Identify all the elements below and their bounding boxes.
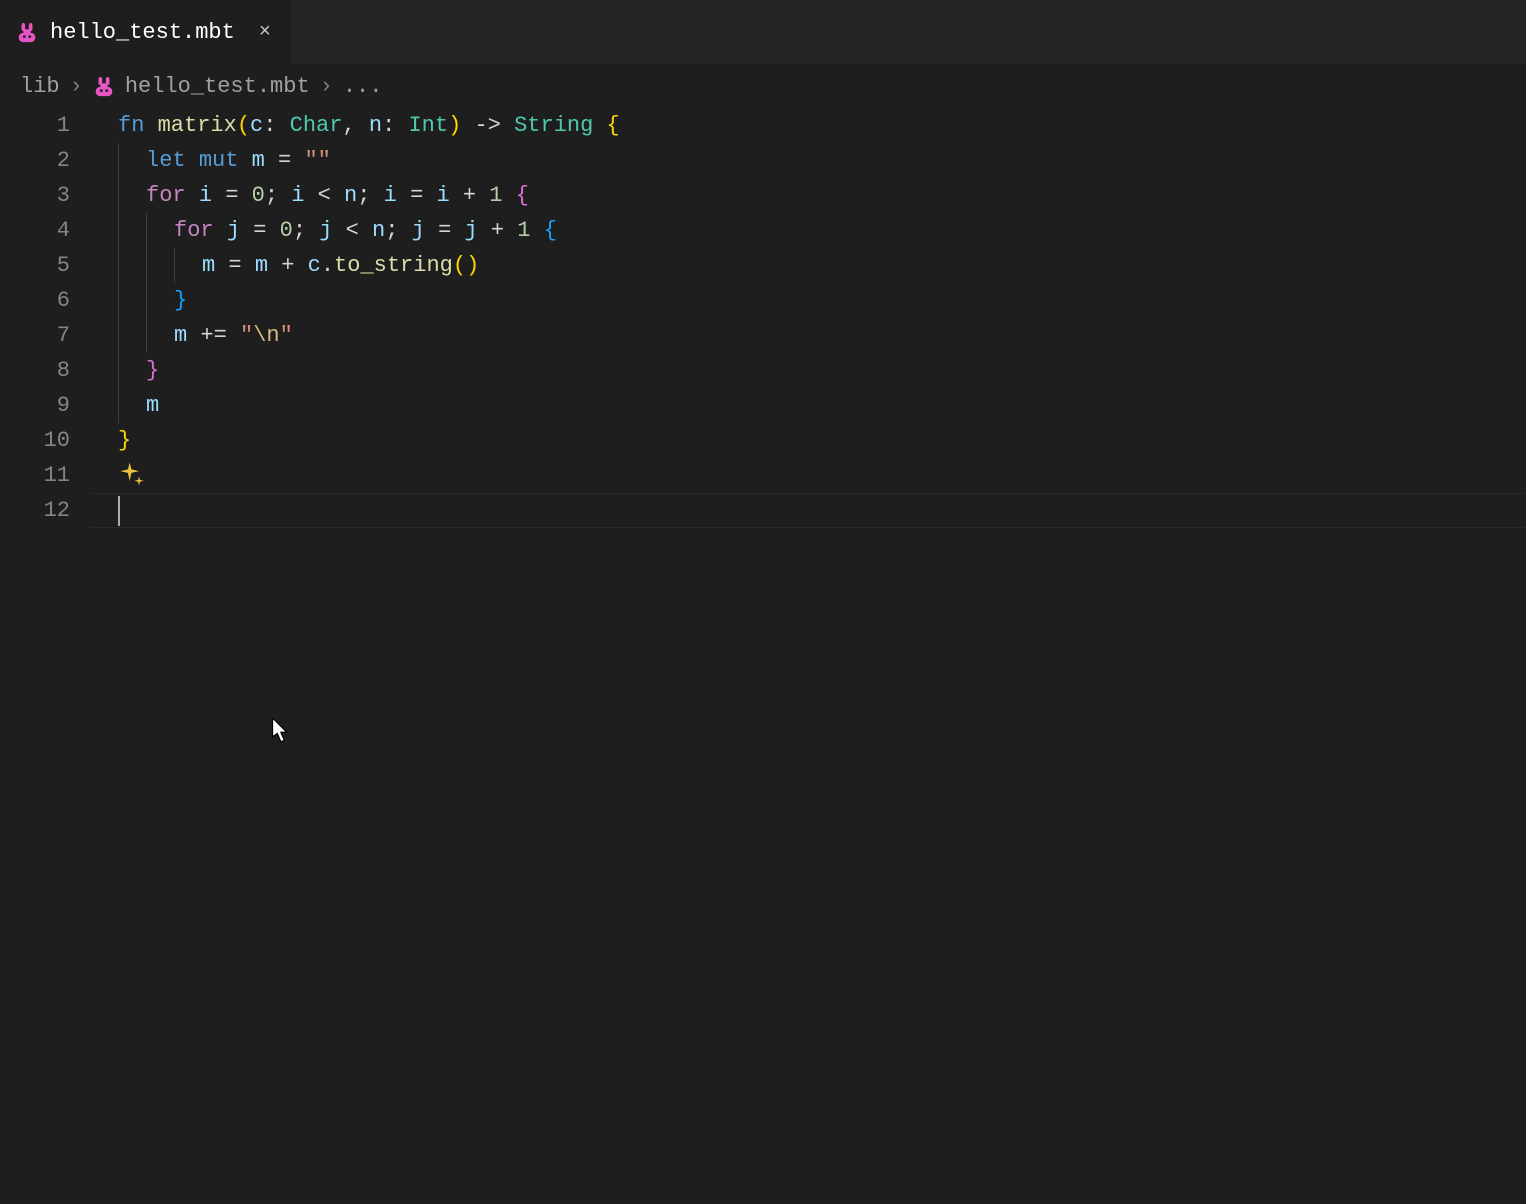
code-line[interactable] xyxy=(90,458,1526,493)
mouse-cursor-icon xyxy=(272,718,292,751)
breadcrumb-symbol[interactable]: ... xyxy=(343,74,383,99)
tab-hello-test[interactable]: hello_test.mbt × xyxy=(0,0,292,64)
line-number: 9 xyxy=(0,388,70,423)
breadcrumb-file[interactable]: hello_test.mbt xyxy=(125,74,310,99)
code-line[interactable]: } xyxy=(90,353,1526,388)
code-line[interactable]: m += "\n" xyxy=(90,318,1526,353)
code-line[interactable]: let mut m = "" xyxy=(90,143,1526,178)
line-number: 11 xyxy=(0,458,70,493)
breadcrumb[interactable]: lib › hello_test.mbt › ... xyxy=(0,64,1526,108)
code-line[interactable]: } xyxy=(90,283,1526,318)
line-number: 12 xyxy=(0,493,70,528)
line-number: 3 xyxy=(0,178,70,213)
close-icon[interactable]: × xyxy=(255,22,275,42)
code-line[interactable]: for i = 0; i < n; i = i + 1 { xyxy=(90,178,1526,213)
chevron-right-icon: › xyxy=(320,74,333,99)
line-number: 4 xyxy=(0,213,70,248)
code-line[interactable] xyxy=(90,493,1526,528)
code-line[interactable]: fn matrix(c: Char, n: Int) -> String { xyxy=(90,108,1526,143)
tab-bar: hello_test.mbt × xyxy=(0,0,1526,64)
line-number: 2 xyxy=(0,143,70,178)
breadcrumb-folder[interactable]: lib xyxy=(20,74,60,99)
text-cursor xyxy=(118,496,120,526)
line-number: 10 xyxy=(0,423,70,458)
line-number: 8 xyxy=(0,353,70,388)
line-number: 7 xyxy=(0,318,70,353)
code-line[interactable]: m = m + c.to_string() xyxy=(90,248,1526,283)
code-line[interactable]: m xyxy=(90,388,1526,423)
code-content[interactable]: fn matrix(c: Char, n: Int) -> String { l… xyxy=(90,108,1526,528)
file-icon xyxy=(93,75,115,97)
line-number: 1 xyxy=(0,108,70,143)
sparkle-icon[interactable] xyxy=(118,460,146,488)
chevron-right-icon: › xyxy=(70,74,83,99)
line-number-gutter: 1 2 3 4 5 6 7 8 9 10 11 12 xyxy=(0,108,90,528)
code-line[interactable]: } xyxy=(90,423,1526,458)
code-line[interactable]: for j = 0; j < n; j = j + 1 { xyxy=(90,213,1526,248)
file-icon xyxy=(16,21,38,43)
code-editor[interactable]: 1 2 3 4 5 6 7 8 9 10 11 12 fn matrix(c: … xyxy=(0,108,1526,528)
line-number: 6 xyxy=(0,283,70,318)
line-number: 5 xyxy=(0,248,70,283)
tab-label: hello_test.mbt xyxy=(50,20,235,45)
